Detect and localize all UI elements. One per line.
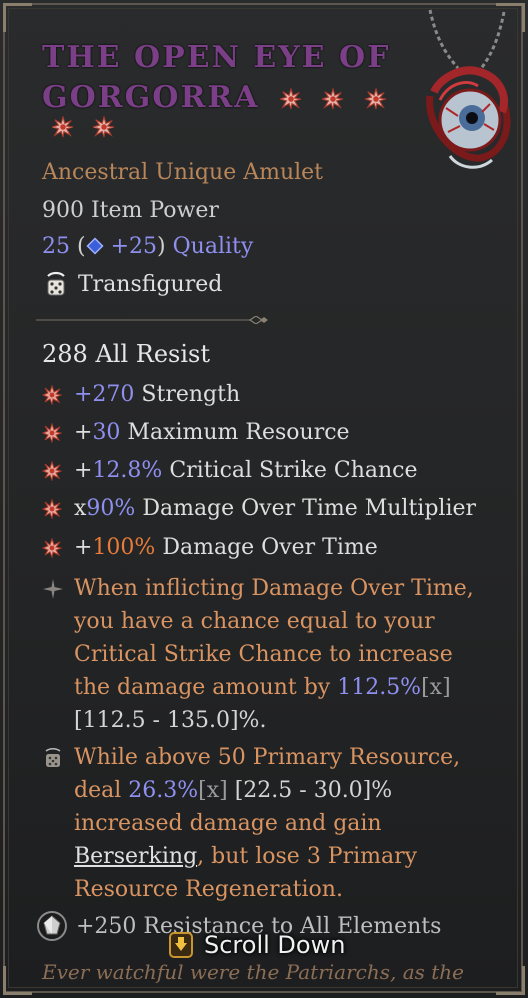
scroll-key-icon xyxy=(169,932,193,958)
frame-corner xyxy=(3,3,32,32)
socket-gem-icon xyxy=(37,911,67,941)
red-star-bullet-icon xyxy=(42,460,62,481)
flavor-text: Ever watchful were the Patriarchs, as th… xyxy=(42,960,464,984)
scroll-down-hint[interactable]: Scroll Down xyxy=(168,928,345,962)
affix-label: Strength xyxy=(134,382,241,407)
red-star-bullet-icon xyxy=(42,537,62,558)
transfigured-power-range: [22.5 - 30.0]% xyxy=(227,778,393,803)
red-star-gem-icon xyxy=(364,88,387,110)
red-star-gem-icon xyxy=(280,88,302,110)
affix-value: +270 xyxy=(74,382,135,407)
affix-damage-over-time: +100% Damage Over Time xyxy=(42,535,378,560)
unique-power-tag: [x] xyxy=(421,675,451,700)
affix-value: 12.8% xyxy=(92,458,163,483)
amulet-icon xyxy=(426,9,511,169)
transfigured-dice-icon xyxy=(45,747,61,767)
gray-star-bullet-icon xyxy=(43,579,63,599)
quality-paren-close: ) xyxy=(157,234,166,259)
quality-value: 25 xyxy=(42,234,70,259)
item-name-line1: THE OPEN EYE OF xyxy=(42,40,391,75)
red-star-bullet-icon xyxy=(42,422,62,443)
section-divider xyxy=(36,316,268,324)
base-stat-resist: 288 All Resist xyxy=(42,340,210,368)
frame-corner xyxy=(3,966,32,995)
item-tooltip: THE OPEN EYE OF GORGORRA Ancestral Uniqu… xyxy=(0,0,528,998)
transfigured-power-text-b: increased damage and gain xyxy=(74,811,382,836)
unique-power-value: 112.5% xyxy=(337,675,422,700)
quality-bonus: +25 xyxy=(110,234,158,259)
frame-corner xyxy=(496,966,525,995)
red-star-gem-icon xyxy=(322,88,344,110)
affix-strength: +270 Strength xyxy=(42,382,240,407)
item-name-line2: GORGORRA xyxy=(42,80,260,115)
item-power: 900 Item Power xyxy=(42,198,219,223)
scroll-down-label: Scroll Down xyxy=(204,931,346,959)
affix-prefix: + xyxy=(74,535,93,560)
transfigured-power-value: 26.3% xyxy=(128,778,199,803)
unique-power: When inflicting Damage Over Time, you ha… xyxy=(42,572,492,737)
item-type: Ancestral Unique Amulet xyxy=(42,160,324,185)
affix-max-resource: +30 Maximum Resource xyxy=(42,420,350,445)
affix-label: Damage Over Time Multiplier xyxy=(135,496,477,521)
red-star-gem-icon xyxy=(93,116,115,138)
item-quality: 25 ( +25) Quality xyxy=(42,234,253,259)
affix-prefix: x xyxy=(74,496,87,521)
affix-crit-chance: +12.8% Critical Strike Chance xyxy=(42,458,418,483)
red-star-bullet-icon xyxy=(42,384,62,405)
item-name: THE OPEN EYE OF GORGORRA xyxy=(42,38,402,118)
unique-power-range: [112.5 - 135.0]%. xyxy=(74,708,267,733)
transfigured-power: While above 50 Primary Resource, deal 26… xyxy=(42,741,492,906)
affix-value: 90% xyxy=(86,496,136,521)
affix-prefix: + xyxy=(74,420,93,445)
affix-prefix: + xyxy=(74,458,93,483)
affix-value: 30 xyxy=(92,420,121,445)
quality-label: Quality xyxy=(172,234,254,259)
affix-label: Critical Strike Chance xyxy=(162,458,418,483)
quality-paren-open: ( xyxy=(77,234,86,259)
affix-value: 100% xyxy=(92,535,156,560)
transfigured-label: Transfigured xyxy=(78,271,223,297)
affix-label: Damage Over Time xyxy=(155,535,378,560)
affix-label: Maximum Resource xyxy=(120,420,350,445)
transfigured-dice-icon xyxy=(47,271,65,296)
berserking-keyword[interactable]: Berserking xyxy=(74,844,197,869)
affix-dot-multiplier: x90% Damage Over Time Multiplier xyxy=(42,496,476,521)
transfigured-line: Transfigured xyxy=(42,270,222,298)
transfigured-power-tag: [x] xyxy=(198,778,228,803)
red-star-bullet-icon xyxy=(42,498,62,519)
red-star-gem-icon xyxy=(52,116,74,138)
gem-row xyxy=(52,116,129,138)
quality-gem-icon xyxy=(86,237,104,255)
